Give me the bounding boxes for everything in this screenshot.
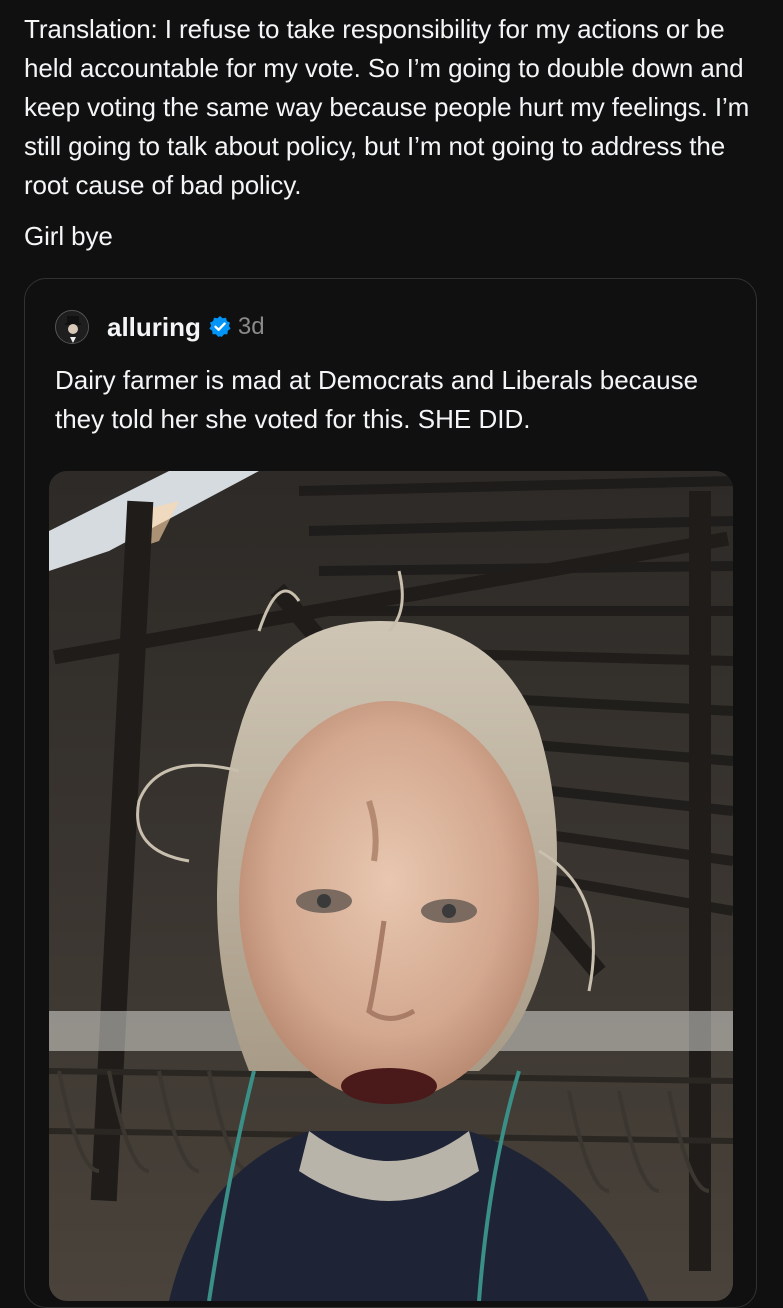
verified-badge-icon [208, 315, 232, 339]
post-timestamp: 3d [237, 313, 265, 340]
quoted-post-text: Dairy farmer is mad at Democrats and Lib… [55, 365, 699, 434]
quoted-post-header: alluring 3d [55, 309, 265, 345]
video-thumbnail[interactable] [49, 471, 733, 1301]
post-body: Translation: I refuse to take responsibi… [24, 10, 769, 256]
post-paragraph-2: Girl bye [24, 221, 113, 251]
user-avatar[interactable] [55, 310, 89, 344]
post-paragraph-1: Translation: I refuse to take responsibi… [24, 14, 750, 200]
quoted-username[interactable]: alluring [107, 312, 201, 343]
quoted-post-card[interactable]: alluring 3d Dairy farmer is mad at Democ… [24, 278, 757, 1308]
